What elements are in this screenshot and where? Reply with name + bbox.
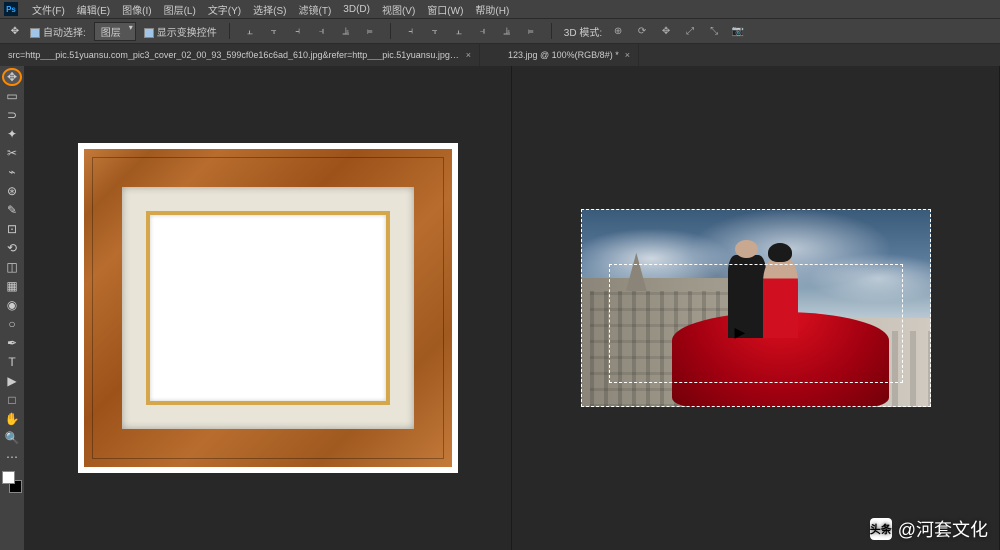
stamp-tool[interactable]: ⊡	[2, 220, 22, 238]
tab-label: src=http___pic.51yuansu.com_pic3_cover_0…	[8, 50, 460, 60]
canvas-left[interactable]	[24, 66, 512, 550]
align-top-icon[interactable]: ⫠	[242, 23, 258, 39]
lasso-tool[interactable]: ⊃	[2, 106, 22, 124]
tab-123-image[interactable]: 123.jpg @ 100%(RGB/8#) * ×	[500, 44, 639, 66]
show-transform-checkbox[interactable]	[144, 28, 154, 38]
distribute-4-icon[interactable]: ⫣	[475, 23, 491, 39]
wedding-photo: ▶	[581, 209, 931, 407]
healing-tool[interactable]: ⊛	[2, 182, 22, 200]
divider	[390, 23, 391, 39]
menu-select[interactable]: 选择(S)	[247, 2, 292, 17]
menu-layer[interactable]: 图层(L)	[158, 2, 202, 17]
path-select-tool[interactable]: ▶	[2, 372, 22, 390]
distribute-1-icon[interactable]: ⫞	[403, 23, 419, 39]
watermark-text: @河套文化	[898, 516, 988, 542]
3d-pan-icon[interactable]: ✥	[658, 23, 674, 39]
canvas-area: ▶	[24, 66, 1000, 550]
align-right-icon[interactable]: ⫢	[362, 23, 378, 39]
eraser-tool[interactable]: ◫	[2, 258, 22, 276]
ps-logo: Ps	[4, 2, 18, 16]
watermark-logo: 头条	[870, 518, 892, 540]
rectangle-tool[interactable]: □	[2, 391, 22, 409]
align-hcenter-icon[interactable]: ⫡	[338, 23, 354, 39]
tools-panel: ✥ ▭ ⊃ ✦ ✂ ⌁ ⊛ ✎ ⊡ ⟲ ◫ ▦ ◉ ○ ✒ T ▶ □ ✋ 🔍 …	[0, 66, 24, 550]
align-bottom-icon[interactable]: ⫞	[290, 23, 306, 39]
watermark: 头条 @河套文化	[870, 516, 988, 542]
menu-filter[interactable]: 滤镜(T)	[293, 2, 338, 17]
distribute-5-icon[interactable]: ⫡	[499, 23, 515, 39]
distribute-2-icon[interactable]: ⫟	[427, 23, 443, 39]
menu-edit[interactable]: 编辑(E)	[71, 2, 116, 17]
align-left-icon[interactable]: ⫣	[314, 23, 330, 39]
3d-scale-icon[interactable]: ⤡	[706, 23, 722, 39]
align-vcenter-icon[interactable]: ⫟	[266, 23, 282, 39]
close-icon[interactable]: ×	[625, 50, 630, 60]
auto-select-dropdown[interactable]: 图层	[94, 22, 136, 41]
workspace: ✥ ▭ ⊃ ✦ ✂ ⌁ ⊛ ✎ ⊡ ⟲ ◫ ▦ ◉ ○ ✒ T ▶ □ ✋ 🔍 …	[0, 66, 1000, 550]
menu-type[interactable]: 文字(Y)	[202, 2, 247, 17]
color-swatches[interactable]	[2, 471, 22, 493]
move-tool-icon: ✥	[8, 24, 22, 38]
gradient-tool[interactable]: ▦	[2, 277, 22, 295]
hand-tool[interactable]: ✋	[2, 410, 22, 428]
distribute-6-icon[interactable]: ⫢	[523, 23, 539, 39]
blur-tool[interactable]: ◉	[2, 296, 22, 314]
menu-file[interactable]: 文件(F)	[26, 2, 71, 17]
divider	[229, 23, 230, 39]
brush-tool[interactable]: ✎	[2, 201, 22, 219]
history-brush-tool[interactable]: ⟲	[2, 239, 22, 257]
3d-slide-icon[interactable]: ⤢	[682, 23, 698, 39]
menu-view[interactable]: 视图(V)	[376, 2, 421, 17]
divider	[551, 23, 552, 39]
show-transform-label: 显示变换控件	[157, 28, 217, 39]
menu-help[interactable]: 帮助(H)	[469, 2, 515, 17]
type-tool[interactable]: T	[2, 353, 22, 371]
eyedropper-tool[interactable]: ⌁	[2, 163, 22, 181]
mode-3d-label: 3D 模式:	[564, 24, 602, 39]
distribute-3-icon[interactable]: ⫠	[451, 23, 467, 39]
marquee-tool[interactable]: ▭	[2, 87, 22, 105]
3d-camera-icon[interactable]: 📷	[730, 23, 746, 39]
menu-bar: Ps 文件(F) 编辑(E) 图像(I) 图层(L) 文字(Y) 选择(S) 滤…	[0, 0, 1000, 18]
menu-3d[interactable]: 3D(D)	[337, 4, 376, 15]
3d-roll-icon[interactable]: ⟳	[634, 23, 650, 39]
tab-label: 123.jpg @ 100%(RGB/8#) *	[508, 50, 619, 60]
zoom-tool[interactable]: 🔍	[2, 429, 22, 447]
document-tabs: src=http___pic.51yuansu.com_pic3_cover_0…	[0, 44, 1000, 66]
close-icon[interactable]: ×	[466, 50, 471, 60]
canvas-right[interactable]: ▶	[512, 66, 1000, 550]
dodge-tool[interactable]: ○	[2, 315, 22, 333]
crop-tool[interactable]: ✂	[2, 144, 22, 162]
magic-wand-tool[interactable]: ✦	[2, 125, 22, 143]
options-bar: ✥ 自动选择: 图层 显示变换控件 ⫠ ⫟ ⫞ ⫣ ⫡ ⫢ ⫞ ⫟ ⫠ ⫣ ⫡ …	[0, 18, 1000, 44]
move-tool[interactable]: ✥	[2, 68, 22, 86]
edit-toolbar[interactable]: ⋯	[2, 448, 22, 466]
menu-image[interactable]: 图像(I)	[116, 2, 157, 17]
auto-select-checkbox[interactable]	[30, 28, 40, 38]
foreground-color[interactable]	[2, 471, 15, 484]
menu-window[interactable]: 窗口(W)	[421, 2, 469, 17]
auto-select-label: 自动选择:	[43, 28, 86, 39]
picture-frame	[78, 143, 458, 473]
3d-orbit-icon[interactable]: ⊕	[610, 23, 626, 39]
tab-frame-image[interactable]: src=http___pic.51yuansu.com_pic3_cover_0…	[0, 44, 480, 66]
pen-tool[interactable]: ✒	[2, 334, 22, 352]
